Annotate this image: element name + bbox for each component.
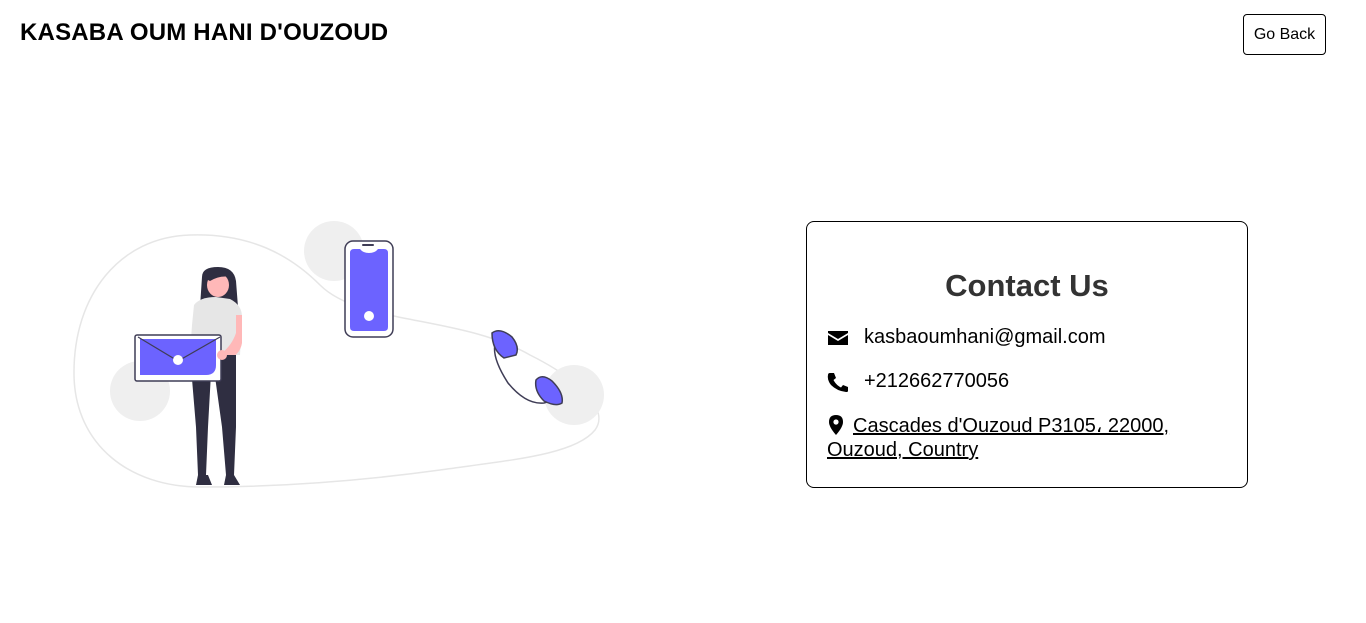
go-back-button[interactable]: Go Back — [1243, 14, 1326, 55]
map-marker-icon — [829, 415, 843, 435]
site-title: KASABA OUM HANI D'OUZOUD — [20, 19, 389, 46]
envelope-icon — [828, 331, 848, 345]
contact-card: Contact Us kasbaoumhani@gmail.com +21266… — [806, 221, 1248, 488]
contact-illustration — [73, 221, 604, 488]
page: KASABA OUM HANI D'OUZOUD Go Back Contact… — [0, 0, 1366, 623]
contact-title: Contact Us — [945, 268, 1109, 303]
phone-icon — [827, 373, 848, 392]
smartphone-icon — [344, 240, 394, 338]
contact-address-row: Cascades d'Ouzoud P3105، 22000, Ouzoud, … — [827, 414, 1231, 462]
person-figure — [134, 267, 242, 485]
contact-email: kasbaoumhani@gmail.com — [864, 326, 1106, 348]
contact-phone: +212662770056 — [864, 370, 1010, 392]
contact-address-link[interactable]: Cascades d'Ouzoud P3105، 22000, Ouzoud, … — [827, 414, 1231, 462]
